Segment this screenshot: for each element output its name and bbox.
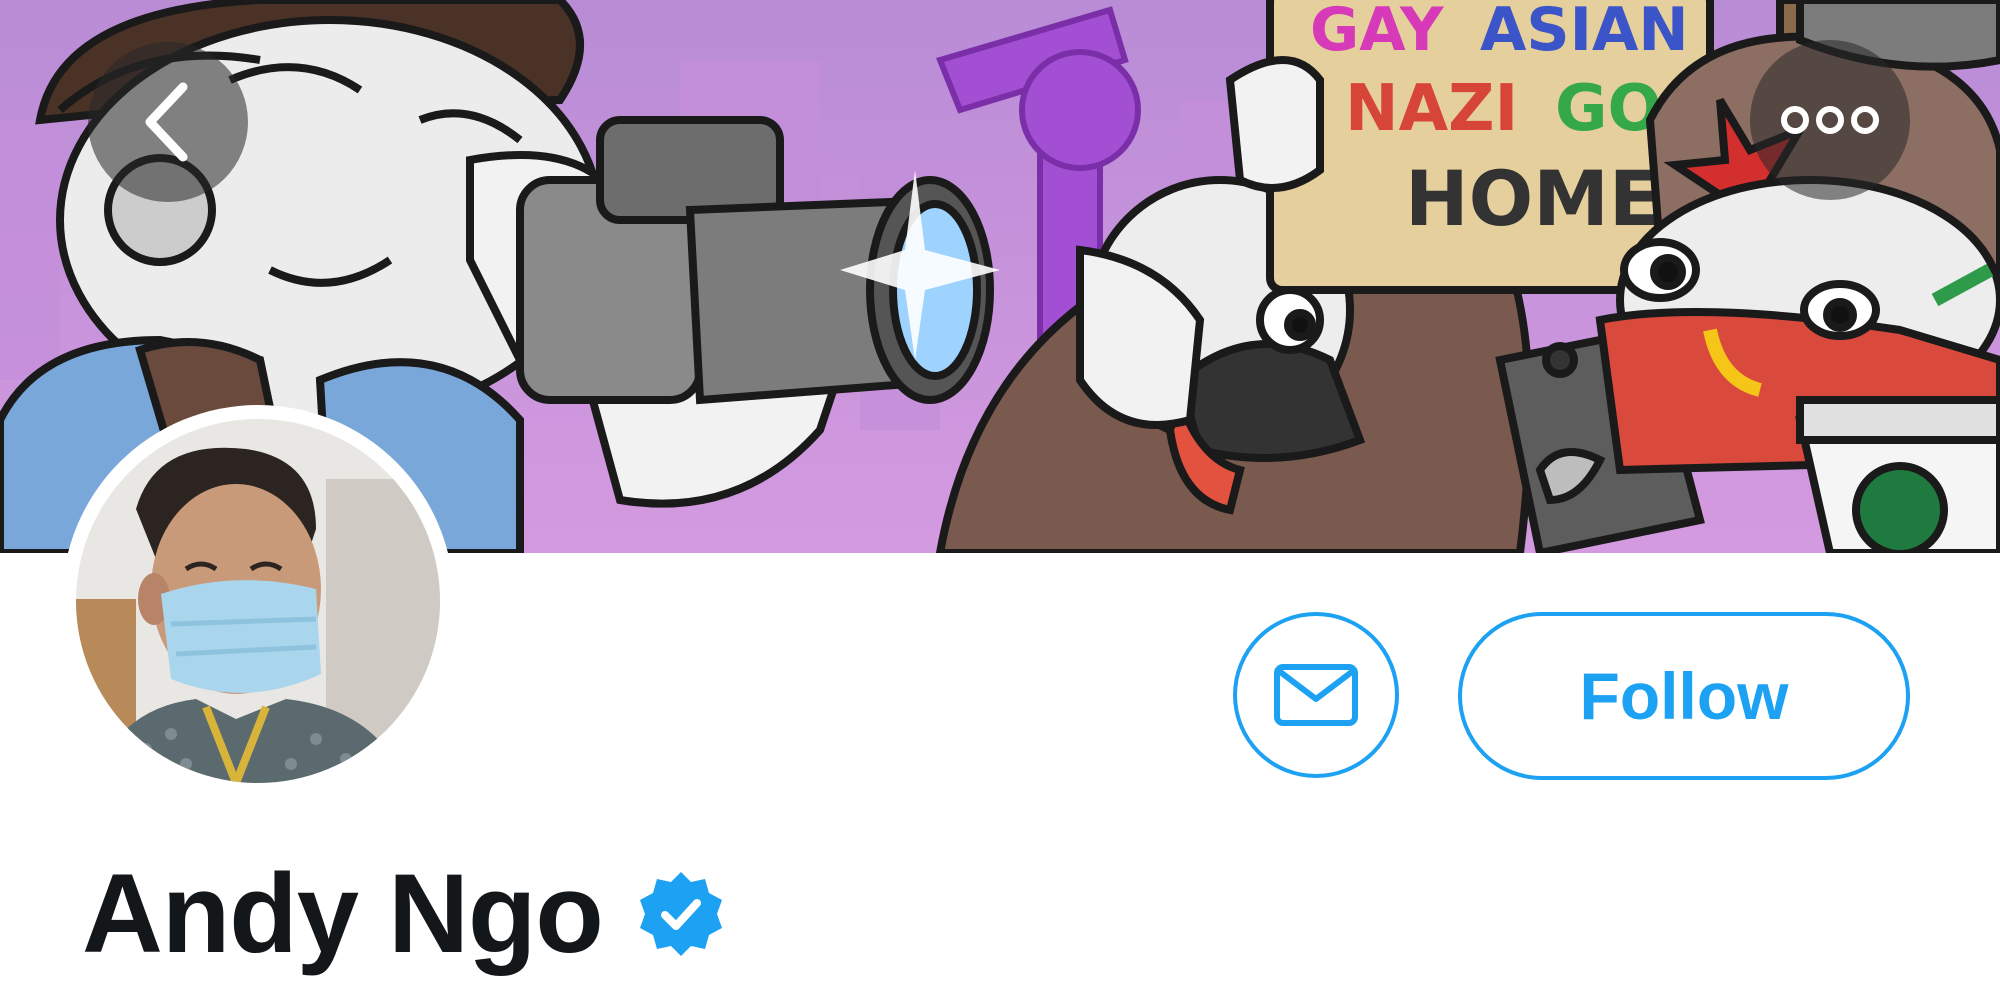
svg-text:GO: GO [1555,72,1662,146]
svg-text:NAZI: NAZI [1345,72,1518,146]
avatar-photo [76,419,440,783]
follow-button-label: Follow [1579,659,1789,733]
svg-text:GAY: GAY [1310,0,1445,65]
message-button[interactable] [1233,612,1399,778]
profile-display-name: Andy Ngo [82,851,604,976]
profile-avatar[interactable] [62,405,454,797]
more-options-button[interactable] [1750,40,1910,200]
follow-button[interactable]: Follow [1458,612,1910,780]
back-button[interactable] [88,42,248,202]
profile-page: GAY ASIAN NAZI GO HOME Follow Andy Ngo [0,0,2000,1000]
profile-name-row: Andy Ngo [82,858,725,970]
more-dots-icon [1781,106,1879,134]
mail-icon [1274,664,1358,726]
chevron-left-icon [145,82,188,162]
verified-badge-icon [639,872,722,956]
svg-text:HOME: HOME [1405,154,1661,243]
svg-text:ASIAN: ASIAN [1480,0,1689,65]
